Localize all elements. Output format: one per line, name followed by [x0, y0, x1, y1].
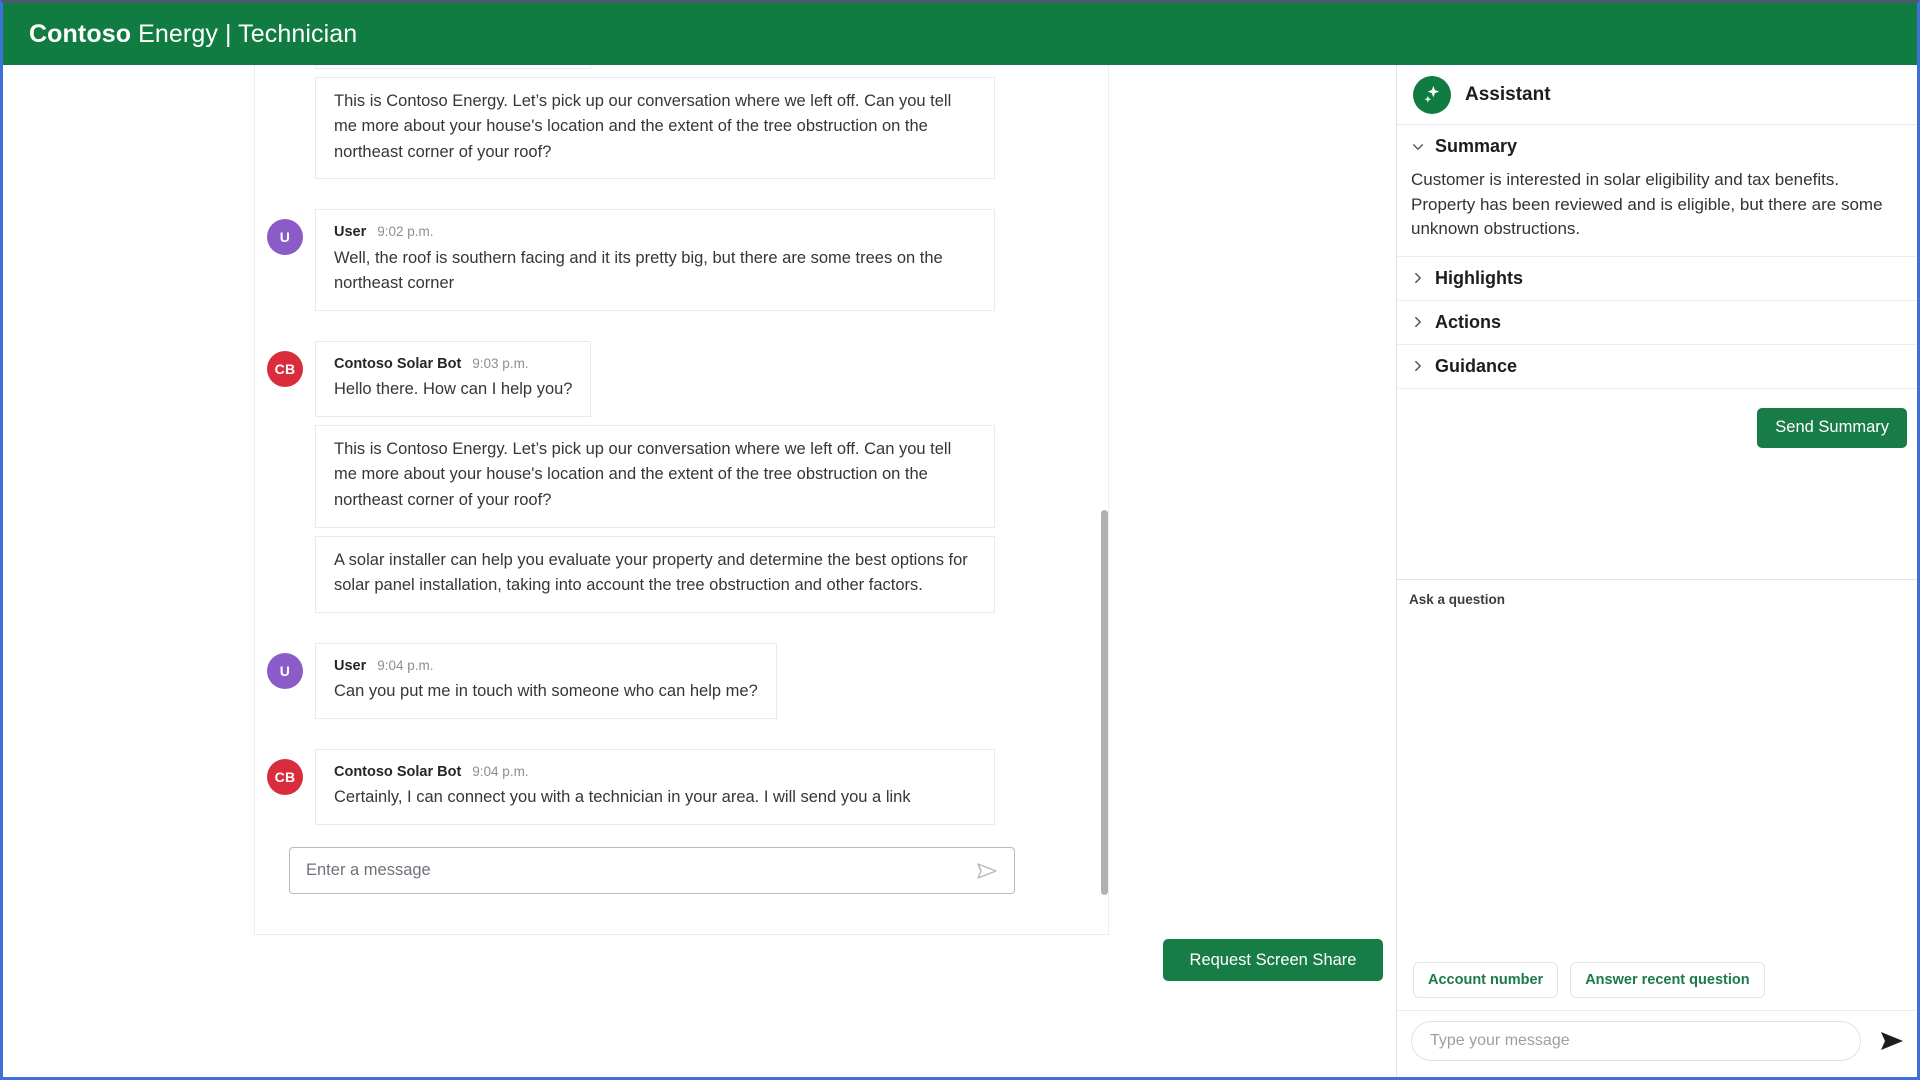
- message-meta: Contoso Solar Bot 9:03 p.m.: [334, 353, 572, 375]
- accordion-header-summary[interactable]: Summary: [1397, 125, 1917, 168]
- chat-scrollbar-thumb[interactable]: [1101, 510, 1108, 895]
- accordion-item-guidance: Guidance: [1397, 345, 1917, 389]
- summary-actions: Send Summary: [1397, 389, 1917, 467]
- bot-avatar: CB: [267, 350, 303, 387]
- app-header: Contoso Energy | Technician: [3, 3, 1917, 65]
- message-meta: User 9:04 p.m.: [334, 655, 758, 677]
- accordion-header-guidance[interactable]: Guidance: [1397, 345, 1917, 388]
- suggestion-chips: Account number Answer recent question: [1397, 952, 1917, 1010]
- chat-message: CB Contoso Solar Bot 9:03 p.m. Hello there.…: [255, 340, 1110, 417]
- message-text: Well, the roof is southern facing and it…: [334, 248, 943, 293]
- chat-message: U User 9:04 p.m. Can you put me in touch wi…: [255, 642, 1110, 719]
- message-bubble: Hello there. How can I help you?: [315, 65, 592, 69]
- accordion-item-actions: Actions: [1397, 301, 1917, 345]
- assistant-message-input[interactable]: [1411, 1021, 1861, 1061]
- chat-message: This is Contoso Energy. Let’s pick up ou…: [255, 76, 1110, 180]
- assistant-accordion: Summary Customer is interested in solar e…: [1397, 125, 1917, 389]
- send-outline-icon[interactable]: [974, 858, 1000, 884]
- message-bubble: A solar installer can help you evaluate …: [315, 535, 995, 613]
- message-bubble: Contoso Solar Bot 9:04 p.m. Certainly, I c…: [315, 748, 995, 825]
- chat-message: A solar installer can help you evaluate …: [255, 535, 1110, 613]
- message-text: Certainly, I can connect you with a tech…: [334, 788, 911, 807]
- message-timestamp: 9:04 p.m.: [377, 657, 434, 673]
- accordion-item-summary: Summary Customer is interested in solar e…: [1397, 125, 1917, 257]
- message-gap: [255, 528, 1110, 536]
- assistant-composer: [1397, 1010, 1917, 1077]
- message-author: User: [334, 224, 367, 241]
- page-title: Contoso Energy | Technician: [29, 20, 357, 49]
- avatar-spacer: [267, 87, 303, 123]
- message-bubble: User 9:04 p.m. Can you put me in touch wit…: [315, 642, 777, 719]
- chat-message: CB Contoso Solar Bot 9:04 p.m. Certainly, I…: [255, 748, 1110, 825]
- chevron-down-icon: [1412, 143, 1424, 150]
- chat-message: U User 9:02 p.m. Well, the roof is southern…: [255, 209, 1110, 311]
- accordion-body: Customer is interested in solar eligibil…: [1411, 170, 1883, 239]
- ask-a-question-label: Ask a question: [1409, 591, 1506, 607]
- accordion-label: Highlights: [1435, 267, 1523, 288]
- message-gap: [255, 417, 1110, 425]
- chat-message: This is Contoso Energy. Let’s pick up ou…: [255, 424, 1110, 528]
- message-bubble: This is Contoso Energy. Let’s pick up ou…: [315, 76, 995, 180]
- chevron-right-icon: [1415, 317, 1421, 328]
- message-text: Can you put me in touch with someone who…: [334, 682, 758, 701]
- message-gap: [255, 613, 1110, 643]
- message-text: This is Contoso Energy. Let’s pick up ou…: [334, 439, 952, 509]
- chevron-right-icon: [1415, 273, 1421, 284]
- message-meta: Contoso Solar Bot 9:04 p.m.: [334, 761, 976, 783]
- assistant-title: Assistant: [1465, 83, 1551, 105]
- avatar-spacer: [267, 546, 303, 582]
- chat-composer[interactable]: [289, 847, 1015, 894]
- suggestion-chip[interactable]: Account number: [1413, 962, 1559, 998]
- message-bubble: User 9:02 p.m. Well, the roof is southern …: [315, 209, 995, 311]
- request-screen-share-button[interactable]: Request Screen Share: [1163, 939, 1383, 981]
- accordion-header-highlights[interactable]: Highlights: [1397, 257, 1917, 300]
- message-author: Contoso Solar Bot: [334, 763, 462, 780]
- message-bubble: Contoso Solar Bot 9:03 p.m. Hello there. H…: [315, 340, 592, 417]
- message-bubble: This is Contoso Energy. Let’s pick up ou…: [315, 424, 995, 528]
- bot-avatar: CB: [267, 758, 303, 795]
- message-timestamp: 9:03 p.m.: [472, 355, 529, 371]
- message-text: A solar installer can help you evaluate …: [334, 550, 968, 595]
- message-text: This is Contoso Energy. Let’s pick up ou…: [334, 91, 952, 161]
- sparkle-icon: [1413, 75, 1451, 114]
- user-avatar: U: [267, 652, 303, 689]
- body-area: Hello there. How can I help you? This is …: [3, 65, 1917, 1077]
- app-window: Contoso Energy | Technician Hello there.…: [0, 0, 1920, 1080]
- message-meta: User 9:02 p.m.: [334, 221, 976, 243]
- message-gap: [255, 69, 1110, 77]
- send-summary-button[interactable]: Send Summary: [1757, 407, 1907, 448]
- send-filled-icon[interactable]: [1875, 1024, 1909, 1058]
- message-text: Hello there. How can I help you?: [334, 380, 573, 399]
- user-avatar: U: [267, 219, 303, 256]
- message-gap: [255, 179, 1110, 209]
- accordion-header-actions[interactable]: Actions: [1397, 301, 1917, 344]
- assistant-panel: Assistant Summary Customer is interested …: [1396, 65, 1917, 1077]
- brand-name: Contoso: [29, 19, 132, 48]
- message-author: User: [334, 657, 367, 674]
- chat-column: Hello there. How can I help you? This is …: [3, 65, 1396, 1077]
- chat-message-list[interactable]: Hello there. How can I help you? This is …: [255, 65, 1110, 825]
- brand-suffix: Energy | Technician: [131, 19, 358, 48]
- message-gap: [255, 719, 1110, 749]
- chat-message-input[interactable]: [306, 861, 974, 880]
- chat-card: Hello there. How can I help you? This is …: [254, 65, 1109, 935]
- suggestion-chip[interactable]: Answer recent question: [1570, 962, 1765, 998]
- accordion-label: Actions: [1435, 311, 1502, 332]
- assistant-conversation-area[interactable]: [1397, 607, 1917, 952]
- message-gap: [255, 311, 1110, 341]
- message-timestamp: 9:02 p.m.: [377, 224, 434, 240]
- assistant-header: Assistant: [1397, 65, 1917, 125]
- accordion-item-highlights: Highlights: [1397, 257, 1917, 301]
- chevron-right-icon: [1415, 361, 1421, 372]
- message-timestamp: 9:04 p.m.: [472, 763, 529, 779]
- chat-message: Hello there. How can I help you?: [255, 65, 1110, 69]
- message-author: Contoso Solar Bot: [334, 355, 462, 372]
- accordion-label: Guidance: [1435, 355, 1518, 376]
- avatar-spacer: [267, 435, 303, 471]
- accordion-label: Summary: [1435, 136, 1518, 156]
